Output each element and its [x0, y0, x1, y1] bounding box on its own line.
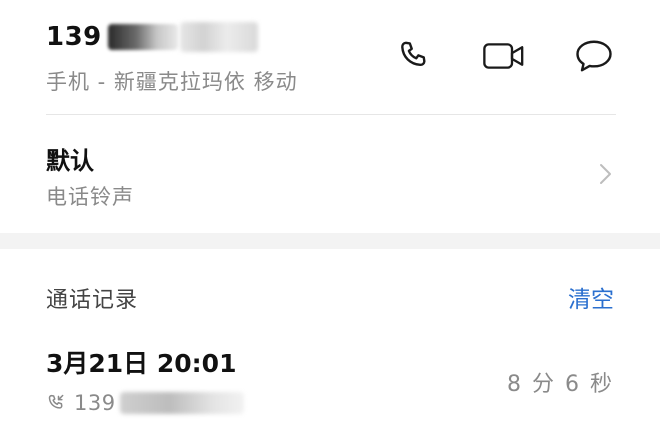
redacted-digits: [107, 24, 178, 50]
call-records-title: 通话记录: [46, 288, 139, 313]
phone-number[interactable]: 139: [46, 20, 258, 54]
call-record-number-prefix: 139: [74, 391, 116, 415]
chevron-right-icon: [600, 164, 611, 184]
ringtone-row[interactable]: 默认 电话铃声: [0, 115, 660, 233]
message-bubble-icon[interactable]: [572, 36, 616, 76]
phone-icon[interactable]: [392, 36, 436, 76]
action-icons: [392, 36, 616, 76]
call-record-number: 139: [46, 388, 244, 418]
ringtone-value: 默认: [46, 147, 94, 175]
ringtone-label: 电话铃声: [46, 185, 134, 209]
section-separator-band: [0, 233, 660, 249]
video-camera-icon[interactable]: [482, 36, 526, 76]
redacted-digits: [119, 392, 244, 414]
redacted-digits-light: [179, 22, 258, 52]
clear-records-button[interactable]: 清空: [568, 280, 614, 314]
call-record-datetime: 3月21日 20:01: [46, 349, 237, 378]
contact-detail-page: 139 手机 - 新疆克拉玛依 移动 默认 电话铃声 通话记录 清空 3月21日…: [0, 0, 660, 440]
call-record-item[interactable]: 3月21日 20:01 139 8 分 6 秒: [0, 330, 660, 440]
number-location-carrier: 手机 - 新疆克拉玛依 移动: [46, 70, 298, 94]
incoming-call-icon: [48, 394, 64, 409]
call-record-duration: 8 分 6 秒: [507, 372, 614, 397]
phone-number-prefix: 139: [46, 22, 102, 52]
